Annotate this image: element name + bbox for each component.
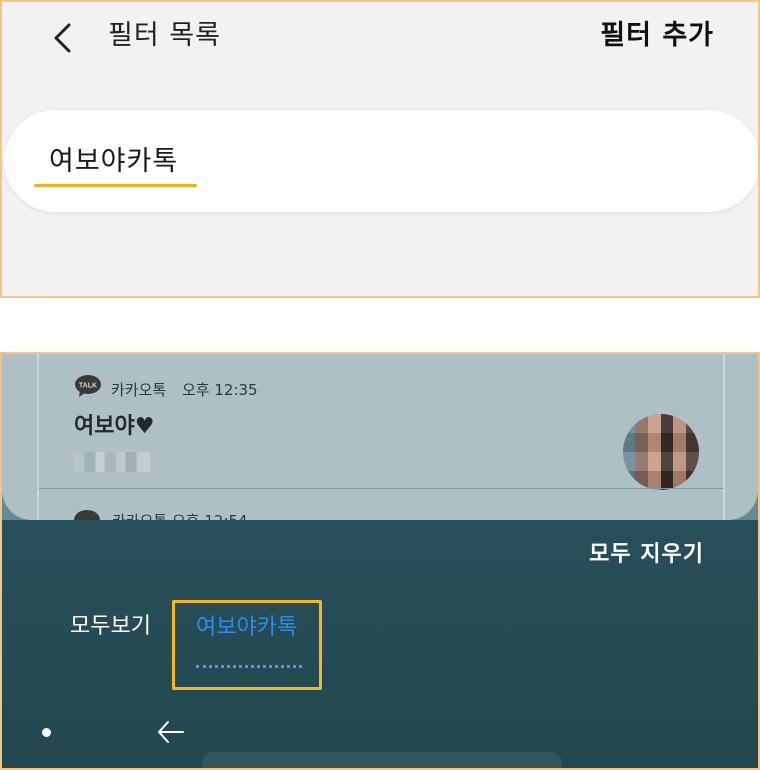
tab-filter-selected[interactable]: 여보야카톡	[172, 600, 322, 690]
page-title: 필터 목록	[108, 20, 221, 51]
nav-gesture-handle[interactable]	[202, 752, 562, 768]
kakaotalk-icon	[74, 510, 100, 520]
notification-card[interactable]: TALK 카카오톡 오후 12:35 여보야♥ 카카오톡 오후 12:54	[2, 354, 758, 520]
divider	[39, 488, 723, 489]
filter-list-screen: 필터 목록 필터 추가 여보야카톡	[0, 0, 760, 298]
notification-message-blurred	[74, 452, 150, 472]
notification-title: 여보야♥	[74, 414, 155, 439]
tab-view-all[interactable]: 모두보기	[70, 612, 151, 642]
card-stack-edge	[723, 354, 725, 520]
filter-list-item[interactable]: 여보야카톡	[4, 110, 758, 212]
next-notification-peek: 카카오톡 오후 12:54	[74, 506, 274, 520]
avatar	[623, 414, 699, 490]
chevron-left-icon	[54, 23, 71, 53]
svg-text:TALK: TALK	[79, 383, 97, 390]
notification-time: 오후 12:35	[182, 381, 258, 399]
clear-all-button[interactable]: 모두 지우기	[589, 540, 704, 570]
tab-filter-label: 여보야카톡	[196, 615, 298, 640]
notification-app-name: 카카오톡	[111, 381, 167, 399]
tab-selected-indicator	[196, 665, 302, 668]
notification-area: TALK 카카오톡 오후 12:35 여보야♥ 카카오톡 오후 12:54	[2, 354, 758, 520]
filter-item-underline	[34, 184, 197, 187]
add-filter-button[interactable]: 필터 추가	[600, 18, 714, 54]
kakaotalk-icon: TALK	[75, 375, 101, 397]
card-stack-edge	[37, 354, 39, 520]
filter-item-label: 여보야카톡	[49, 146, 179, 177]
back-button[interactable]	[42, 16, 82, 60]
nav-dot-icon	[42, 728, 51, 737]
back-arrow-icon[interactable]	[156, 718, 186, 746]
notification-panel: TALK 카카오톡 오후 12:35 여보야♥ 카카오톡 오후 12:54 모두…	[0, 352, 760, 770]
peek-app-name: 카카오톡 오후 12:54	[112, 511, 248, 520]
